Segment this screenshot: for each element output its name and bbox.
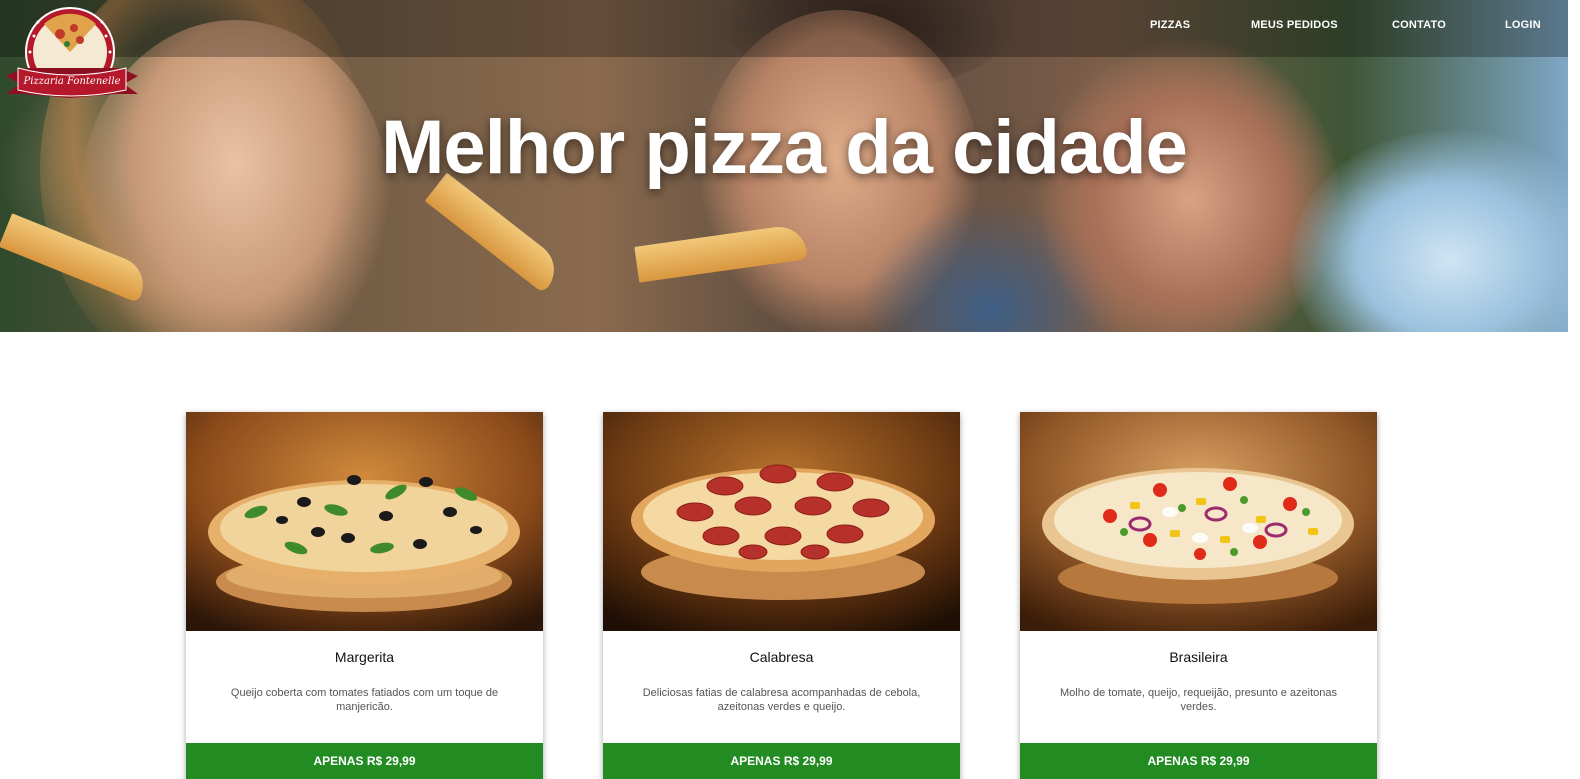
- order-button-margerita[interactable]: APENAS R$ 29,99: [186, 743, 543, 779]
- nav-link-login[interactable]: LOGIN: [1505, 19, 1541, 31]
- pizza-image: [1020, 412, 1377, 631]
- pizza-card-calabresa: Calabresa Deliciosas fatias de calabresa…: [603, 412, 960, 779]
- main-navigation: PIZZAS MEUS PEDIDOS CONTATO LOGIN: [0, 19, 1568, 35]
- pizza-description: Queijo coberta com tomates fatiados com …: [230, 687, 499, 713]
- pizza-description: Deliciosas fatias de calabresa acompanha…: [642, 687, 921, 713]
- pizza-image: [186, 412, 543, 631]
- nav-link-meus-pedidos[interactable]: MEUS PEDIDOS: [1251, 19, 1338, 31]
- hero-banner: Pizzaria Fontenelle PIZZAS MEUS PEDIDOS …: [0, 0, 1568, 332]
- order-button-calabresa[interactable]: APENAS R$ 29,99: [603, 743, 960, 779]
- pizza-image: [603, 412, 960, 631]
- pizza-card-margerita: Margerita Queijo coberta com tomates fat…: [186, 412, 543, 779]
- pizza-name: Margerita: [334, 649, 395, 665]
- pizza-name: Calabresa: [749, 649, 814, 665]
- hero-title: Melhor pizza da cidade: [381, 105, 1188, 190]
- pizza-description: Molho de tomate, queijo, requeijão, pres…: [1059, 687, 1337, 713]
- order-button-brasileira[interactable]: APENAS R$ 29,99: [1020, 743, 1377, 779]
- nav-link-pizzas[interactable]: PIZZAS: [1150, 19, 1190, 31]
- nav-link-contato[interactable]: CONTATO: [1392, 19, 1446, 31]
- pizza-name: Brasileira: [1169, 649, 1228, 665]
- logo-text: Pizzaria Fontenelle: [22, 76, 120, 87]
- pizza-card-brasileira: Brasileira Molho de tomate, queijo, requ…: [1020, 412, 1377, 779]
